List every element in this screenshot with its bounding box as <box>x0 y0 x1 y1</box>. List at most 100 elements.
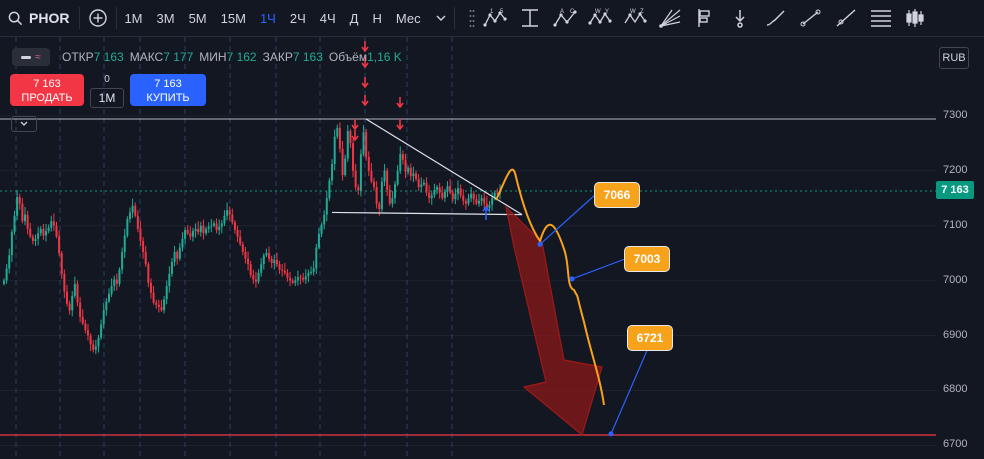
candle-body <box>443 191 446 199</box>
candle-body <box>370 170 373 182</box>
candle-body <box>312 268 315 272</box>
candle-body <box>315 247 318 269</box>
axis-tick-label: 6800 <box>943 383 968 396</box>
candle-body <box>186 230 189 234</box>
open-value: 7 163 <box>93 50 124 64</box>
drag-handle-icon[interactable] <box>465 0 479 37</box>
candle-body <box>262 255 265 265</box>
pattern-15-icon[interactable]: 15 <box>479 0 514 37</box>
candle-body <box>451 192 454 200</box>
timeframe-5[interactable]: 1Ч <box>253 0 283 37</box>
svg-text:W: W <box>595 9 601 15</box>
candle-body <box>205 228 208 234</box>
target-callout-3[interactable]: 6721 <box>627 325 673 351</box>
arrow-marker-icon[interactable] <box>724 0 759 37</box>
target-callout-1[interactable]: 7066 <box>594 182 640 208</box>
compare-button[interactable] <box>80 0 116 36</box>
candle-body <box>110 286 113 294</box>
candle-body <box>365 132 368 157</box>
minus-icon <box>21 55 32 59</box>
candle-body <box>97 337 100 347</box>
timeframe-1[interactable]: 1M <box>117 0 149 37</box>
gann-fan-icon[interactable] <box>654 0 689 37</box>
candle-body <box>31 236 34 242</box>
timeframe-3[interactable]: 5M <box>182 0 214 37</box>
candle-body <box>257 272 260 282</box>
candle-body <box>134 205 137 216</box>
timeframe-2[interactable]: 3M <box>150 0 182 37</box>
candle-body <box>317 233 320 248</box>
candle-body <box>338 127 341 149</box>
timeframe-9[interactable]: Н <box>365 0 388 37</box>
chevron-down-icon <box>20 121 28 126</box>
candle-body <box>433 189 436 196</box>
up-arrow-icon <box>482 205 490 220</box>
wxy-pattern-icon[interactable]: WY <box>584 0 619 37</box>
triangle-base-line[interactable] <box>331 211 523 216</box>
candle-body <box>13 215 16 233</box>
buy-button[interactable]: 7 163 КУПИТЬ <box>130 74 206 106</box>
svg-text:A: A <box>560 9 564 15</box>
candle-body <box>168 273 171 287</box>
quantity-input[interactable]: 1М <box>90 88 124 108</box>
timeframe-7[interactable]: 4Ч <box>313 0 343 37</box>
candle-body <box>39 228 42 234</box>
timeframe-8[interactable]: Д <box>343 0 366 37</box>
candle-body <box>260 264 263 273</box>
currency-button[interactable]: RUB <box>939 47 969 69</box>
candle-body <box>349 131 352 144</box>
candle-body <box>131 205 134 213</box>
candle-body <box>378 203 381 210</box>
candle-body <box>294 280 297 283</box>
low-label: МИН <box>199 50 227 64</box>
volume-value: 1,16 K <box>367 50 402 64</box>
sell-button[interactable]: 7 163 ПРОДАТЬ <box>10 74 84 106</box>
candle-body <box>18 197 21 204</box>
price-label-icon[interactable] <box>689 0 724 37</box>
candle-body <box>491 198 494 205</box>
candle-body <box>415 173 418 179</box>
sell-price: 7 163 <box>33 78 61 90</box>
target-callout-2[interactable]: 7003 <box>624 246 670 272</box>
symbol-search[interactable]: PHOR <box>0 0 79 36</box>
indicators-icon[interactable] <box>899 0 934 37</box>
bearish-arrow[interactable] <box>505 205 603 437</box>
timeframe-10[interactable]: Мес <box>389 0 428 37</box>
wxyz-pattern-icon[interactable]: WZ <box>619 0 654 37</box>
high-value: 7 177 <box>163 50 194 64</box>
candle-body <box>462 195 465 201</box>
trend-line-icon[interactable] <box>794 0 829 37</box>
candle-body <box>454 193 457 200</box>
candle-body <box>79 302 82 317</box>
candle-body <box>212 223 215 226</box>
candle-body <box>399 154 402 171</box>
candle-body <box>244 251 247 259</box>
abcd-pattern-icon[interactable]: AC <box>549 0 584 37</box>
candle-body <box>115 279 118 284</box>
candle-body <box>58 236 61 254</box>
drawing-tools: 15 ACWYWZ <box>465 0 934 36</box>
timeframe-4[interactable]: 15M <box>214 0 253 37</box>
svg-text:W: W <box>630 9 636 15</box>
candle-body <box>286 272 289 278</box>
candle-body <box>3 280 5 284</box>
ray-line-icon[interactable] <box>829 0 864 37</box>
horizontal-lines-icon[interactable] <box>864 0 899 37</box>
candle-body <box>352 143 355 171</box>
candle-body <box>328 180 331 199</box>
candle-body <box>157 304 160 307</box>
candle-body <box>478 200 481 204</box>
candle-body <box>89 335 92 345</box>
down-arrow-icon <box>351 119 359 131</box>
callout-anchor <box>608 431 614 437</box>
collapse-legend-button[interactable] <box>11 116 37 132</box>
timeframe-dropdown[interactable] <box>428 0 454 36</box>
candle-body <box>278 264 281 270</box>
brush-icon[interactable] <box>759 0 794 37</box>
fib-extension-icon[interactable] <box>514 0 549 37</box>
timeframe-6[interactable]: 2Ч <box>283 0 313 37</box>
candle-body <box>304 276 307 280</box>
close-label: ЗАКР <box>262 50 293 64</box>
indicator-toggle[interactable]: ≈ <box>12 48 50 66</box>
candle-body <box>149 282 152 293</box>
